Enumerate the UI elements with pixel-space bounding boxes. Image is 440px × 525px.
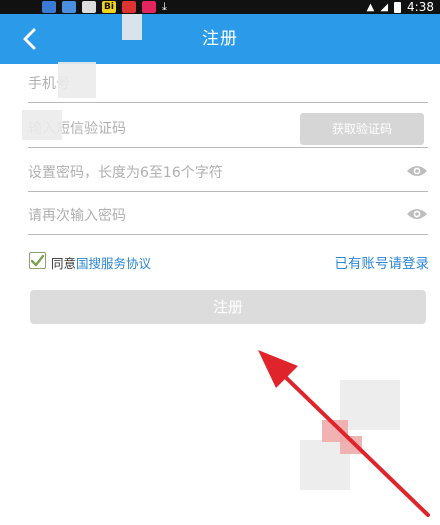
app2-icon <box>122 1 136 13</box>
eye-icon[interactable] <box>406 164 428 178</box>
app-icon <box>82 1 96 13</box>
download-icon: ⤓ <box>162 0 167 13</box>
wifi-icon: ▲ <box>366 1 375 13</box>
status-left: Bi ⤓ <box>42 0 167 14</box>
eye-icon[interactable] <box>406 207 428 221</box>
mosaic-patch <box>22 110 62 140</box>
register-button[interactable]: 注册 <box>30 290 426 324</box>
password-placeholder: 设置密码，长度为6至16个字符 <box>28 165 223 181</box>
sms-code-underline <box>28 147 428 148</box>
status-time: 4:38 <box>407 0 434 14</box>
password-field[interactable]: 设置密码，长度为6至16个字符 <box>28 152 428 192</box>
page-title: 注册 <box>202 29 238 49</box>
bi-icon: Bi <box>102 1 116 13</box>
mosaic-patch <box>122 14 142 40</box>
sms-code-field[interactable]: 输入短信验证码 <box>28 108 428 148</box>
get-code-button[interactable]: 获取验证码 <box>300 113 424 145</box>
signal-icon: ◢ <box>380 1 389 13</box>
nav-bar: 注册 <box>0 14 440 64</box>
password-underline <box>28 191 428 192</box>
pinterest-icon <box>142 1 156 13</box>
agreement-prefix: 同意 <box>51 256 77 271</box>
agreement-text: 同意国搜服务协议 <box>51 253 151 272</box>
agree-checkbox[interactable] <box>29 252 46 269</box>
mosaic-patch <box>58 62 96 98</box>
status-bar: Bi ⤓ ▲ ◢ 4:38 <box>0 0 440 14</box>
mosaic-patch-red <box>340 436 362 454</box>
phone-underline <box>28 102 428 103</box>
confirm-password-placeholder: 请再次输入密码 <box>28 208 126 224</box>
service-agreement-link[interactable]: 国搜服务协议 <box>76 256 151 271</box>
status-right: ▲ ◢ 4:38 <box>367 0 434 14</box>
sync-icon <box>62 1 76 13</box>
checkmark-icon <box>30 254 45 267</box>
mosaic-patch <box>340 380 400 430</box>
battery-icon <box>394 1 402 13</box>
login-link[interactable]: 已有账号请登录 <box>335 252 430 272</box>
notification-icon <box>42 1 56 13</box>
agreement-row: 同意国搜服务协议 已有账号请登录 <box>29 251 430 272</box>
confirm-password-field[interactable]: 请再次输入密码 <box>28 195 428 235</box>
confirm-password-underline <box>28 234 428 235</box>
